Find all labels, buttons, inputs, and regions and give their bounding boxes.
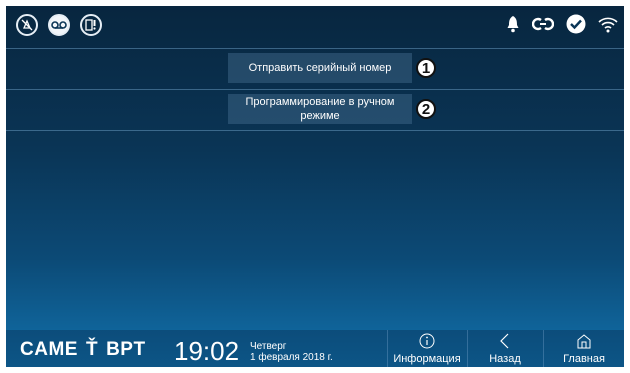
brand-logo: CAME Ť BPT [20, 339, 146, 360]
info-icon [419, 333, 435, 349]
date-label: 1 февраля 2018 г. [250, 352, 333, 363]
clock-time: 19:02 [174, 336, 240, 366]
divider [6, 130, 624, 131]
door-phone-icon[interactable] [80, 14, 102, 36]
menu-item-label: Программирование в ручном режиме [245, 96, 395, 122]
back-button-label: Назад [489, 353, 521, 365]
wifi-icon[interactable] [598, 15, 618, 38]
home-button[interactable]: Главная [544, 330, 624, 367]
menu-item-label: Отправить серийный номер [248, 62, 392, 74]
checkmark-icon[interactable] [566, 14, 586, 39]
home-button-label: Главная [563, 353, 605, 365]
mute-bell-icon[interactable] [16, 14, 38, 36]
send-serial-number-button[interactable]: Отправить серийный номер [228, 53, 412, 83]
callout-marker-2: 2 [416, 99, 436, 119]
divider [6, 89, 624, 90]
info-button[interactable]: Информация [388, 330, 466, 367]
voicemail-icon[interactable] [48, 14, 70, 36]
bell-icon[interactable] [506, 15, 520, 38]
back-chevron-icon [500, 333, 509, 349]
callout-marker-1: 1 [416, 58, 436, 78]
info-button-label: Информация [393, 353, 461, 365]
divider [6, 48, 624, 49]
brand-mark-icon: Ť [85, 339, 99, 360]
bottom-bar: CAME Ť BPT 19:02 Четверг 1 февраля 2018 г.… [6, 330, 624, 367]
weekday-label: Четверг [250, 341, 287, 352]
home-icon [577, 334, 591, 349]
link-icon[interactable] [531, 16, 555, 37]
device-screen: Отправить серийный номер 1 Программирова… [6, 6, 624, 367]
manual-programming-button[interactable]: Программирование в ручном режиме [228, 94, 412, 124]
status-bar [6, 6, 624, 48]
back-button[interactable]: Назад [468, 330, 542, 367]
date-display: Четверг 1 февраля 2018 г. [250, 341, 333, 363]
